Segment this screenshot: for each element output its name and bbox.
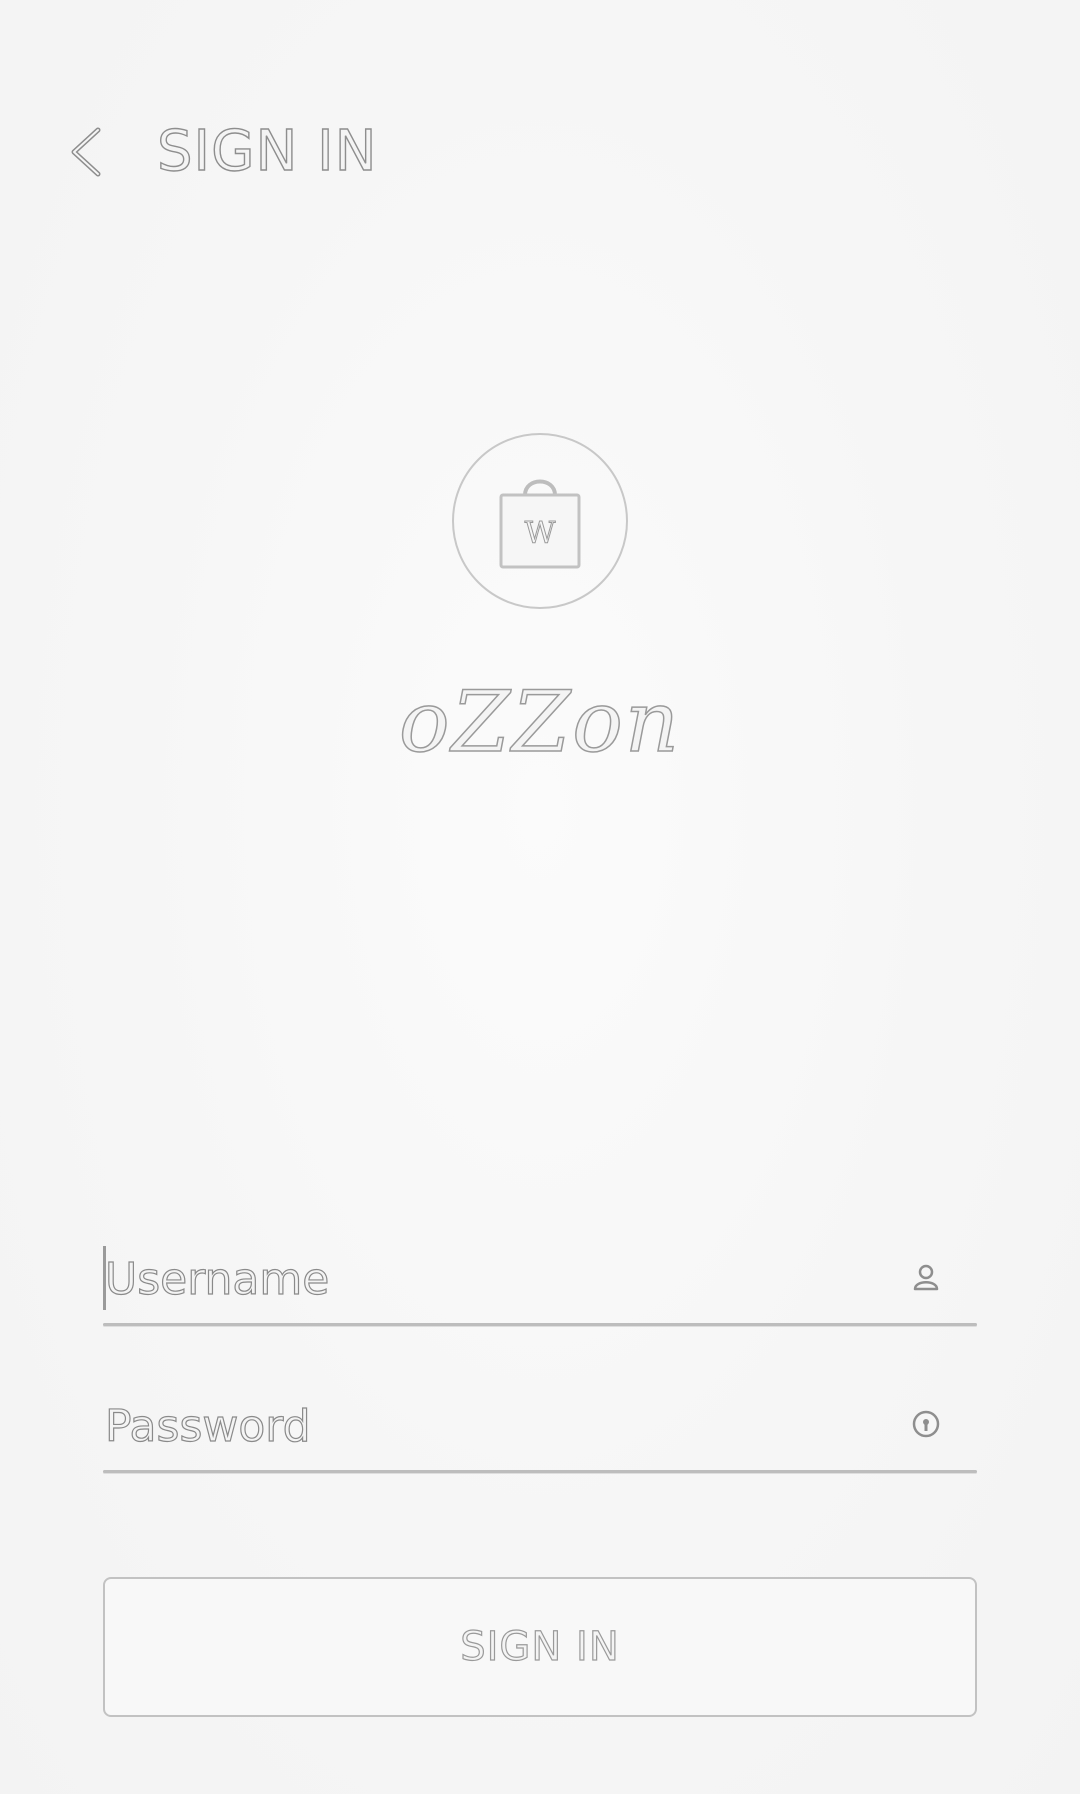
sign-in-screen: SIGN IN W oZZon S xyxy=(0,0,1080,1794)
brand-wordmark: oZZon xyxy=(398,672,681,772)
username-field[interactable] xyxy=(103,1244,977,1326)
username-input[interactable] xyxy=(103,1244,885,1314)
back-button[interactable] xyxy=(56,122,116,182)
sign-in-button-label: SIGN IN xyxy=(460,1623,620,1670)
password-field[interactable] xyxy=(103,1391,977,1473)
password-input[interactable] xyxy=(103,1391,885,1461)
app-bar: SIGN IN xyxy=(0,100,1080,210)
page-title: SIGN IN xyxy=(156,119,378,184)
bag-letter: W xyxy=(525,516,556,551)
password-underline xyxy=(103,1470,977,1473)
shopping-bag-icon: W xyxy=(499,479,581,569)
username-underline xyxy=(103,1323,977,1326)
logo-badge: W xyxy=(452,433,628,609)
chevron-left-icon xyxy=(71,127,101,177)
user-icon xyxy=(909,1260,943,1294)
lock-icon xyxy=(909,1407,943,1441)
sign-in-button[interactable]: SIGN IN xyxy=(103,1577,977,1717)
